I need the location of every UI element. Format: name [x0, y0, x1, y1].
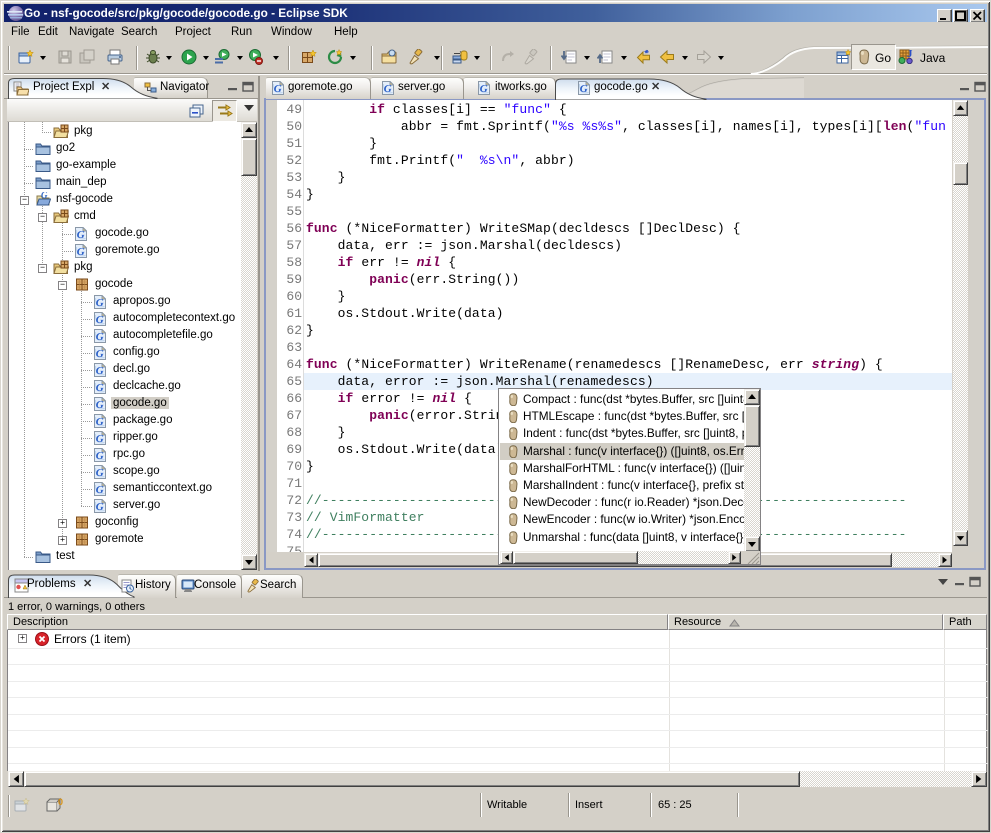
svg-text:J: J	[907, 48, 913, 60]
svg-text:0: 0	[58, 797, 63, 807]
